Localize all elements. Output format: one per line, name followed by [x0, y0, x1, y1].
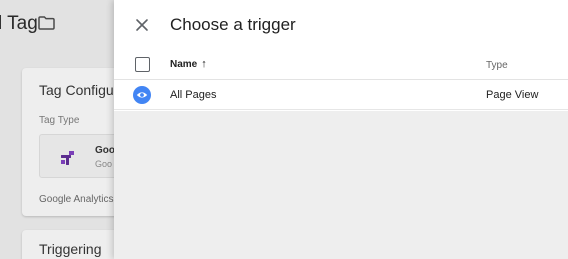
triggering-title: Triggering: [39, 241, 102, 257]
name-column-label: Name: [170, 59, 198, 70]
sort-ascending-icon: ↑: [201, 58, 207, 70]
type-column-header[interactable]: Type: [486, 60, 508, 71]
choose-trigger-panel: Choose a trigger Name ↑ Type All Pages P: [114, 0, 568, 259]
google-analytics-icon: [61, 151, 74, 165]
trigger-type: Page View: [486, 89, 539, 101]
panel-content: Choose a trigger Name ↑ Type All Pages P: [114, 0, 568, 111]
table-row[interactable]: All Pages Page View: [114, 80, 568, 110]
tag-configuration-footer: Google Analytics: [39, 194, 114, 205]
folder-icon[interactable]: [38, 16, 55, 30]
panel-title: Choose a trigger: [170, 15, 296, 34]
close-icon: [136, 19, 148, 31]
tag-type-label: Tag Type: [39, 115, 80, 126]
name-column-header[interactable]: Name ↑: [170, 58, 207, 71]
table-header: Name ↑ Type: [114, 50, 568, 80]
tag-type-name: Goo: [95, 145, 115, 156]
tag-type-subtitle: Goo: [95, 159, 113, 169]
screen: l Tag Tag Configura Tag Type Goo Goo Goo…: [0, 0, 568, 259]
close-button[interactable]: [132, 15, 152, 35]
tag-title[interactable]: l Tag: [0, 13, 38, 35]
select-all-checkbox[interactable]: [135, 57, 150, 72]
trigger-name[interactable]: All Pages: [170, 89, 216, 101]
eye-icon: [133, 86, 151, 104]
